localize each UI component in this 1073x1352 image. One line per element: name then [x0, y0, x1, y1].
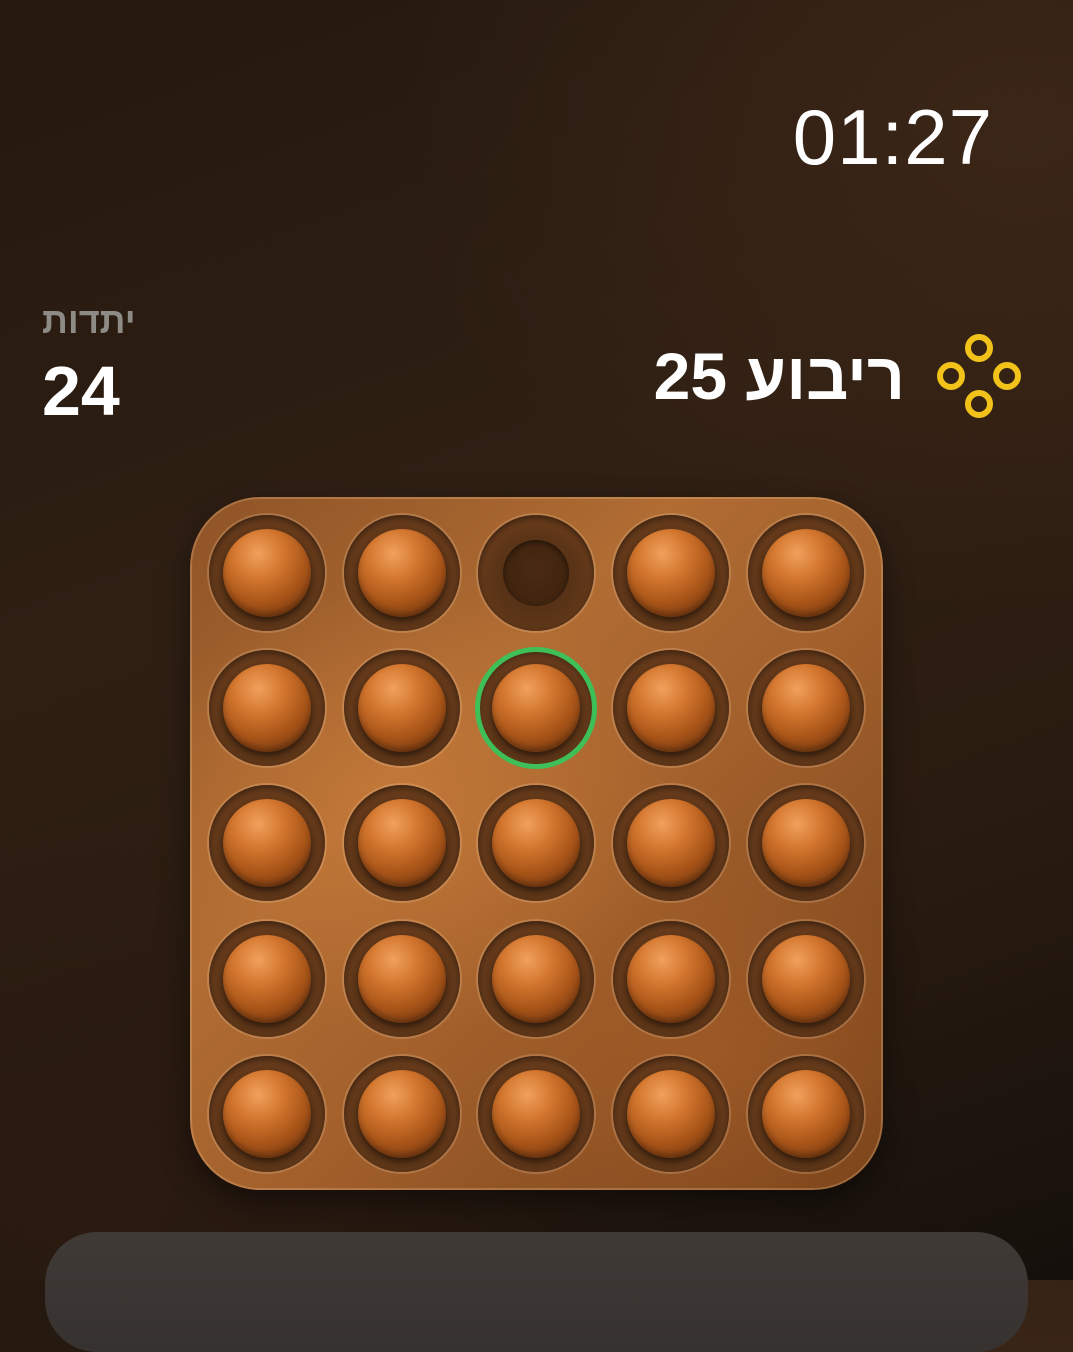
peg[interactable]: [223, 528, 312, 617]
peg[interactable]: [223, 934, 312, 1023]
peg[interactable]: [627, 528, 716, 617]
hole: [478, 1056, 595, 1173]
peg[interactable]: [627, 799, 716, 888]
board-cell-r4-c4[interactable]: [604, 911, 739, 1046]
board-cell-r1-c4[interactable]: [604, 505, 739, 640]
peg[interactable]: [223, 664, 312, 753]
board-cell-r5-c3[interactable]: [469, 1047, 604, 1182]
hole: [343, 650, 460, 767]
peg[interactable]: [492, 799, 581, 888]
board-cell-r1-c3[interactable]: [469, 505, 604, 640]
peg[interactable]: [492, 934, 581, 1023]
peg[interactable]: [627, 934, 716, 1023]
board-cell-r2-c3[interactable]: [469, 640, 604, 775]
peg[interactable]: [357, 799, 446, 888]
hole: [613, 1056, 730, 1173]
hole: [343, 920, 460, 1037]
board-grid: [200, 505, 873, 1182]
board-cell-r5-c2[interactable]: [335, 1047, 470, 1182]
level-title: ריבוע 25: [653, 339, 905, 413]
hole: [478, 650, 595, 767]
board-cell-r5-c4[interactable]: [604, 1047, 739, 1182]
board-cell-r5-c5[interactable]: [738, 1047, 873, 1182]
hole: [343, 785, 460, 902]
board-cell-r5-c1[interactable]: [200, 1047, 335, 1182]
peg[interactable]: [761, 934, 850, 1023]
peg[interactable]: [357, 1070, 446, 1159]
board-cell-r2-c4[interactable]: [604, 640, 739, 775]
board-cell-r1-c2[interactable]: [335, 505, 470, 640]
game-timer: 01:27: [792, 93, 993, 181]
board-cell-r2-c5[interactable]: [738, 640, 873, 775]
board-cell-r4-c5[interactable]: [738, 911, 873, 1046]
peg[interactable]: [627, 1070, 716, 1159]
hole: [209, 920, 326, 1037]
hole: [747, 920, 864, 1037]
hole: [747, 650, 864, 767]
hole: [478, 785, 595, 902]
pegs-label: יתדות: [42, 300, 136, 341]
peg[interactable]: [357, 528, 446, 617]
hole: [343, 514, 460, 631]
hole: [478, 920, 595, 1037]
board-cell-r3-c5[interactable]: [738, 776, 873, 911]
peg[interactable]: [223, 799, 312, 888]
peg[interactable]: [357, 934, 446, 1023]
board-cell-r1-c1[interactable]: [200, 505, 335, 640]
board-cell-r1-c5[interactable]: [738, 505, 873, 640]
board-cell-r3-c1[interactable]: [200, 776, 335, 911]
hole: [613, 650, 730, 767]
peg[interactable]: [761, 664, 850, 753]
board-cell-r4-c2[interactable]: [335, 911, 470, 1046]
board-cell-r2-c1[interactable]: [200, 640, 335, 775]
hole: [613, 514, 730, 631]
hole: [747, 514, 864, 631]
hole: [613, 920, 730, 1037]
hole: [747, 785, 864, 902]
board-cell-r3-c3[interactable]: [469, 776, 604, 911]
level-header: ריבוע 25: [654, 328, 1025, 424]
peg[interactable]: [357, 664, 446, 753]
hole: [613, 785, 730, 902]
hole: [343, 1056, 460, 1173]
empty-hole: [478, 514, 595, 631]
peg[interactable]: [627, 664, 716, 753]
hole: [209, 650, 326, 767]
hole: [209, 1056, 326, 1173]
peg[interactable]: [223, 1070, 312, 1159]
board-cell-r3-c4[interactable]: [604, 776, 739, 911]
pegs-count: 24: [42, 352, 120, 430]
peg[interactable]: [761, 1070, 850, 1159]
peg[interactable]: [492, 1070, 581, 1159]
peg[interactable]: [761, 799, 850, 888]
peg[interactable]: [492, 664, 581, 753]
hole: [747, 1056, 864, 1173]
board-cell-r4-c3[interactable]: [469, 911, 604, 1046]
board-cell-r4-c1[interactable]: [200, 911, 335, 1046]
board-cell-r3-c2[interactable]: [335, 776, 470, 911]
four-circles-icon: [937, 334, 1021, 418]
pegs-remaining: יתדות 24: [42, 300, 192, 426]
hole: [209, 785, 326, 902]
hole: [209, 514, 326, 631]
game-board: [190, 497, 883, 1190]
board-cell-r2-c2[interactable]: [335, 640, 470, 775]
bottom-panel: [45, 1232, 1028, 1352]
peg[interactable]: [761, 528, 850, 617]
